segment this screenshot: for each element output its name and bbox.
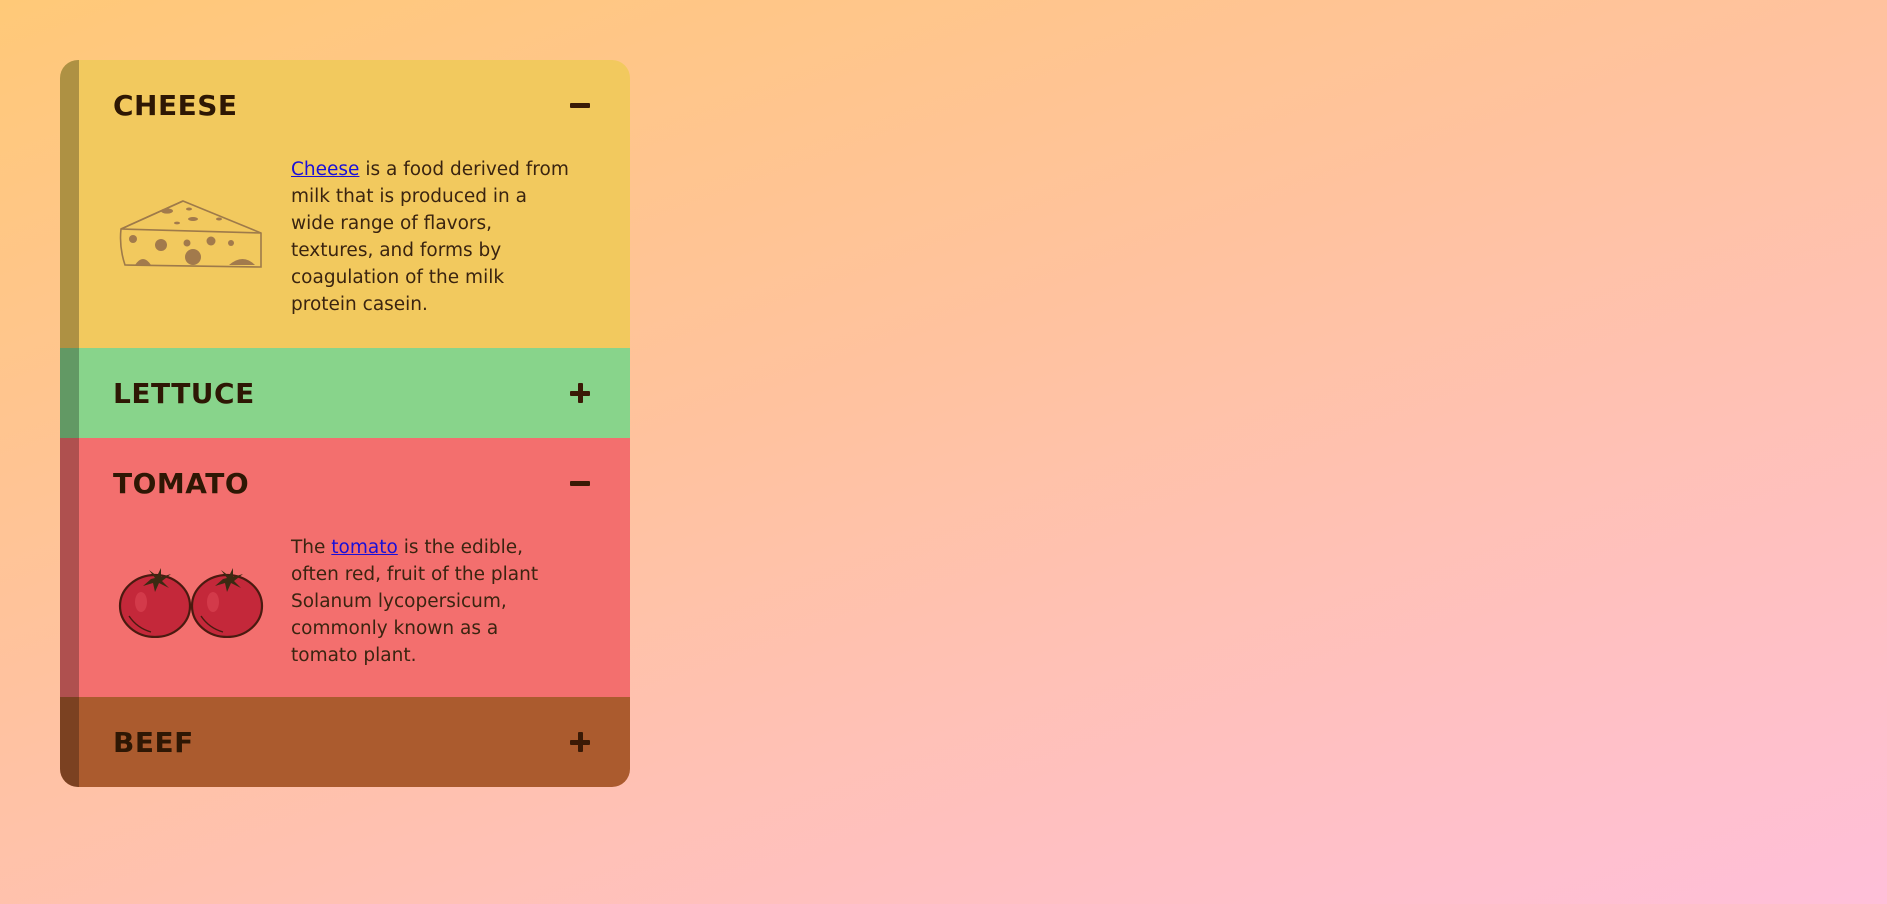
section-title: CHEESE	[113, 88, 238, 122]
section-cheese-body: Cheese is a food derived from milk that …	[60, 150, 630, 348]
description-text: The	[291, 537, 332, 558]
section-title: BEEF	[113, 725, 194, 759]
cheese-description: Cheese is a food derived from milk that …	[291, 156, 570, 318]
cheese-icon	[117, 197, 291, 277]
tomato-description: The tomato is the edible, often red, fru…	[291, 534, 570, 669]
section-tomato-header[interactable]: TOMATO	[60, 438, 630, 528]
minus-icon[interactable]	[564, 467, 596, 499]
cheese-link[interactable]: Cheese	[291, 159, 359, 180]
description-text: is a food derived from milk that is prod…	[291, 159, 569, 315]
section-title: TOMATO	[113, 466, 250, 500]
section-cheese-header[interactable]: CHEESE	[60, 60, 630, 150]
tomato-link[interactable]: tomato	[331, 537, 398, 558]
section-tomato-body: The tomato is the edible, often red, fru…	[60, 528, 630, 697]
section-title: LETTUCE	[113, 376, 255, 410]
section-cheese: CHEESE Cheese is a food derived from mil…	[60, 60, 630, 348]
section-lettuce-header[interactable]: LETTUCE	[60, 348, 630, 438]
section-beef-header[interactable]: BEEF	[60, 697, 630, 787]
section-tomato: TOMATO The tomato is the edible, often r…	[60, 438, 630, 697]
minus-icon[interactable]	[564, 89, 596, 121]
tomatoes-icon	[117, 566, 291, 638]
accordion: CHEESE Cheese is a food derived from mil…	[60, 60, 630, 787]
section-lettuce: LETTUCE	[60, 348, 630, 438]
plus-icon[interactable]	[564, 377, 596, 409]
plus-icon[interactable]	[564, 726, 596, 758]
section-beef: BEEF	[60, 697, 630, 787]
